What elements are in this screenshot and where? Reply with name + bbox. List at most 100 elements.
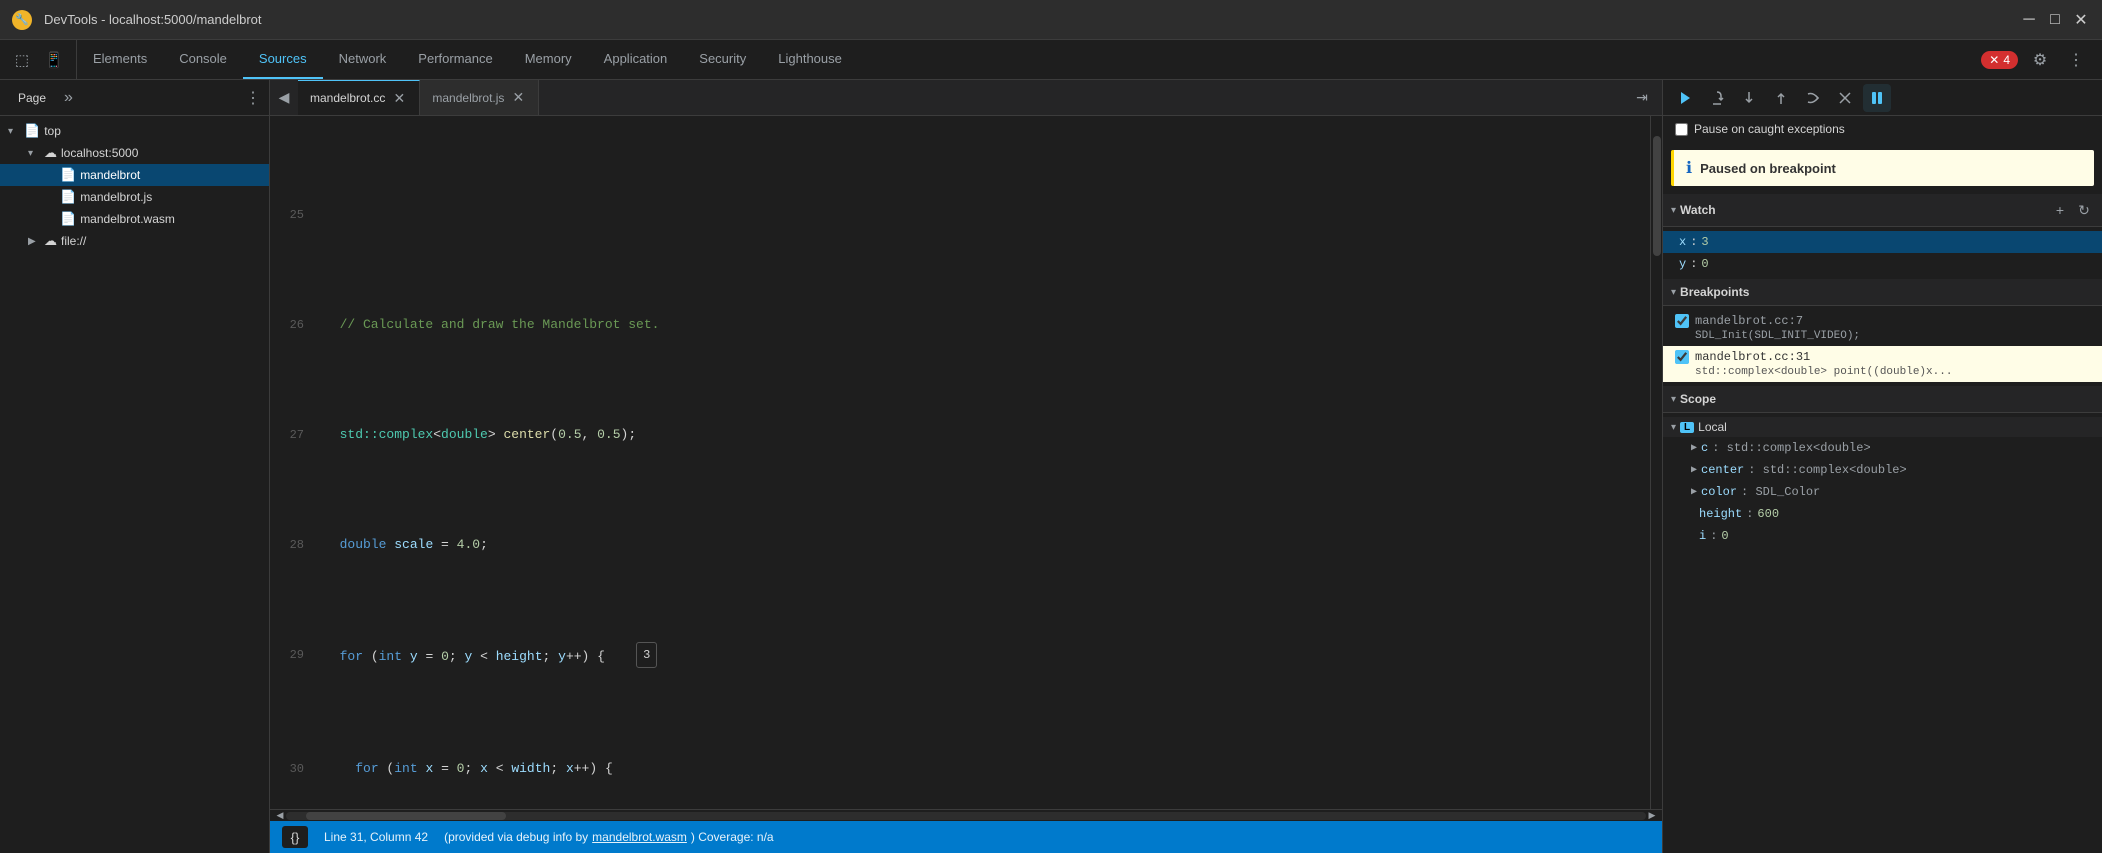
pause-on-caught-label[interactable]: Pause on caught exceptions xyxy=(1663,116,2102,142)
app-icon: 🔧 xyxy=(12,10,32,30)
tree-label-mandelbrot-wasm: mandelbrot.wasm xyxy=(80,212,175,226)
tab-close-js[interactable]: ✕ xyxy=(510,90,526,106)
tab-performance[interactable]: Performance xyxy=(402,40,508,79)
breakpoints-title: Breakpoints xyxy=(1680,285,1749,299)
code-editor[interactable]: 25 26 // Calculate and draw the Mandelbr… xyxy=(270,116,1662,809)
format-button[interactable]: ⇥ xyxy=(1630,86,1654,110)
tab-console[interactable]: Console xyxy=(163,40,243,79)
tab-close-cc[interactable]: ✕ xyxy=(391,90,407,106)
watch-y: y : 0 xyxy=(1663,253,2102,275)
horizontal-scrollbar[interactable]: ◀ ▶ xyxy=(270,809,1662,821)
vertical-scrollbar[interactable] xyxy=(1650,116,1662,809)
settings-button[interactable]: ⚙ xyxy=(2026,46,2054,74)
cloud-icon: ☁ xyxy=(44,145,57,161)
title-bar: 🔧 DevTools - localhost:5000/mandelbrot ─… xyxy=(0,0,2102,40)
add-watch-button[interactable]: + xyxy=(2050,200,2070,220)
bp-2-code: std::complex<double> point((double)x... xyxy=(1675,366,2090,378)
refresh-watch-button[interactable]: ↻ xyxy=(2074,200,2094,220)
tree-label-file: file:// xyxy=(61,234,86,248)
step-into-button[interactable] xyxy=(1735,84,1763,112)
file-icon-js: 📄 xyxy=(60,189,76,205)
resume-button[interactable] xyxy=(1671,84,1699,112)
device-icon[interactable]: 📱 xyxy=(40,46,68,74)
scope-center[interactable]: ▶ center : std::complex<double> xyxy=(1663,459,2102,481)
window-controls: ─ □ ✕ xyxy=(2020,11,2090,29)
scope-color[interactable]: ▶ color : SDL_Color xyxy=(1663,481,2102,503)
editor-tab-mandelbrot-js[interactable]: mandelbrot.js ✕ xyxy=(420,80,539,115)
breakpoint-notice: ℹ Paused on breakpoint xyxy=(1671,150,2094,186)
sidebar-menu-button[interactable]: ⋮ xyxy=(245,88,261,108)
maximize-button[interactable]: □ xyxy=(2046,11,2064,29)
local-label: Local xyxy=(1698,420,1727,434)
bp-1-checkbox[interactable] xyxy=(1675,314,1689,328)
tree-label-localhost: localhost:5000 xyxy=(61,146,138,160)
file-tree: ▾ 📄 top ▾ ☁ localhost:5000 📄 mandelbrot xyxy=(0,116,269,853)
pause-on-caught-checkbox[interactable] xyxy=(1675,123,1688,136)
tab-network[interactable]: Network xyxy=(323,40,403,79)
tab-right-actions: ✕ 4 ⚙ ⋮ xyxy=(1981,46,2102,74)
scope-c[interactable]: ▶ c : std::complex<double> xyxy=(1663,437,2102,459)
tab-memory[interactable]: Memory xyxy=(509,40,588,79)
tree-arrow-localhost: ▾ xyxy=(28,148,40,159)
line-27: 27 std::complex<double> center(0.5, 0.5)… xyxy=(270,424,1650,446)
breakpoints-section: ▾ Breakpoints mandelbrot.cc:7 SDL_Init(S… xyxy=(1663,279,2102,386)
watch-header[interactable]: ▾ Watch + ↻ xyxy=(1663,194,2102,227)
pause-exceptions-button[interactable] xyxy=(1863,84,1891,112)
cursor-position: Line 31, Column 42 xyxy=(324,830,428,844)
minimize-button[interactable]: ─ xyxy=(2020,11,2038,29)
tab-lighthouse[interactable]: Lighthouse xyxy=(762,40,858,79)
bp-2-file: mandelbrot.cc:31 xyxy=(1695,350,1810,364)
close-button[interactable]: ✕ xyxy=(2072,11,2090,29)
scroll-left-button[interactable]: ◀ xyxy=(274,812,286,820)
tab-elements[interactable]: Elements xyxy=(77,40,163,79)
tree-arrow-file: ▶ xyxy=(28,236,40,247)
more-tabs-button[interactable]: » xyxy=(60,89,77,107)
editor-tab-right: ⇥ xyxy=(1630,86,1662,110)
nav-back-button[interactable]: ◀ xyxy=(270,84,298,112)
file-icon-wasm: 📄 xyxy=(60,211,76,227)
pause-notice-text: Paused on breakpoint xyxy=(1700,161,1836,176)
editor-tab-mandelbrot-cc[interactable]: mandelbrot.cc ✕ xyxy=(298,80,420,115)
breakpoints-header[interactable]: ▾ Breakpoints xyxy=(1663,279,2102,306)
pretty-print-button[interactable]: {} xyxy=(282,826,308,848)
scroll-thumb[interactable] xyxy=(1653,136,1661,256)
scope-section: ▾ Scope ▾ L Local ▶ c : std::complex<dou… xyxy=(1663,386,2102,551)
tree-item-mandelbrot-js[interactable]: 📄 mandelbrot.js xyxy=(0,186,269,208)
step-over-button[interactable] xyxy=(1703,84,1731,112)
scroll-right-button[interactable]: ▶ xyxy=(1646,812,1658,820)
scope-local-header[interactable]: ▾ L Local xyxy=(1663,417,2102,437)
tree-label-top: top xyxy=(44,124,61,138)
tree-item-mandelbrot[interactable]: 📄 mandelbrot xyxy=(0,164,269,186)
inspect-icon[interactable]: ⬚ xyxy=(8,46,36,74)
tree-item-mandelbrot-wasm[interactable]: 📄 mandelbrot.wasm xyxy=(0,208,269,230)
window-title: DevTools - localhost:5000/mandelbrot xyxy=(44,12,262,27)
tree-item-localhost[interactable]: ▾ ☁ localhost:5000 xyxy=(0,142,269,164)
code-lines: 25 26 // Calculate and draw the Mandelbr… xyxy=(270,116,1650,809)
debug-info: (provided via debug info by mandelbrot.w… xyxy=(444,830,774,844)
scope-arrow: ▾ xyxy=(1671,394,1676,405)
tooltip-value: 3 xyxy=(636,642,657,668)
step-out-button[interactable] xyxy=(1767,84,1795,112)
page-tab[interactable]: Page xyxy=(8,87,56,109)
h-scroll-track[interactable] xyxy=(286,812,1646,820)
error-badge[interactable]: ✕ 4 xyxy=(1981,51,2018,69)
tab-application[interactable]: Application xyxy=(588,40,684,79)
step-button[interactable] xyxy=(1799,84,1827,112)
more-options-button[interactable]: ⋮ xyxy=(2062,46,2090,74)
editor-area: ◀ mandelbrot.cc ✕ mandelbrot.js ✕ ⇥ 25 xyxy=(270,80,1662,853)
line-26: 26 // Calculate and draw the Mandelbrot … xyxy=(270,314,1650,336)
top-tab-bar: ⬚ 📱 Elements Console Sources Network Per… xyxy=(0,40,2102,80)
deactivate-breakpoints-button[interactable] xyxy=(1831,84,1859,112)
h-scroll-thumb[interactable] xyxy=(306,812,506,820)
breakpoints-content: mandelbrot.cc:7 SDL_Init(SDL_INIT_VIDEO)… xyxy=(1663,306,2102,386)
wasm-link[interactable]: mandelbrot.wasm xyxy=(592,830,687,844)
bp-2-checkbox[interactable] xyxy=(1675,350,1689,364)
line-col-text: Line 31, Column 42 xyxy=(324,830,428,844)
scope-height: height : 600 xyxy=(1663,503,2102,525)
file-icon-mandelbrot: 📄 xyxy=(60,167,76,183)
tree-item-file[interactable]: ▶ ☁ file:// xyxy=(0,230,269,252)
tree-item-top[interactable]: ▾ 📄 top xyxy=(0,120,269,142)
tab-security[interactable]: Security xyxy=(683,40,762,79)
tab-sources[interactable]: Sources xyxy=(243,40,323,79)
scope-header[interactable]: ▾ Scope xyxy=(1663,386,2102,413)
